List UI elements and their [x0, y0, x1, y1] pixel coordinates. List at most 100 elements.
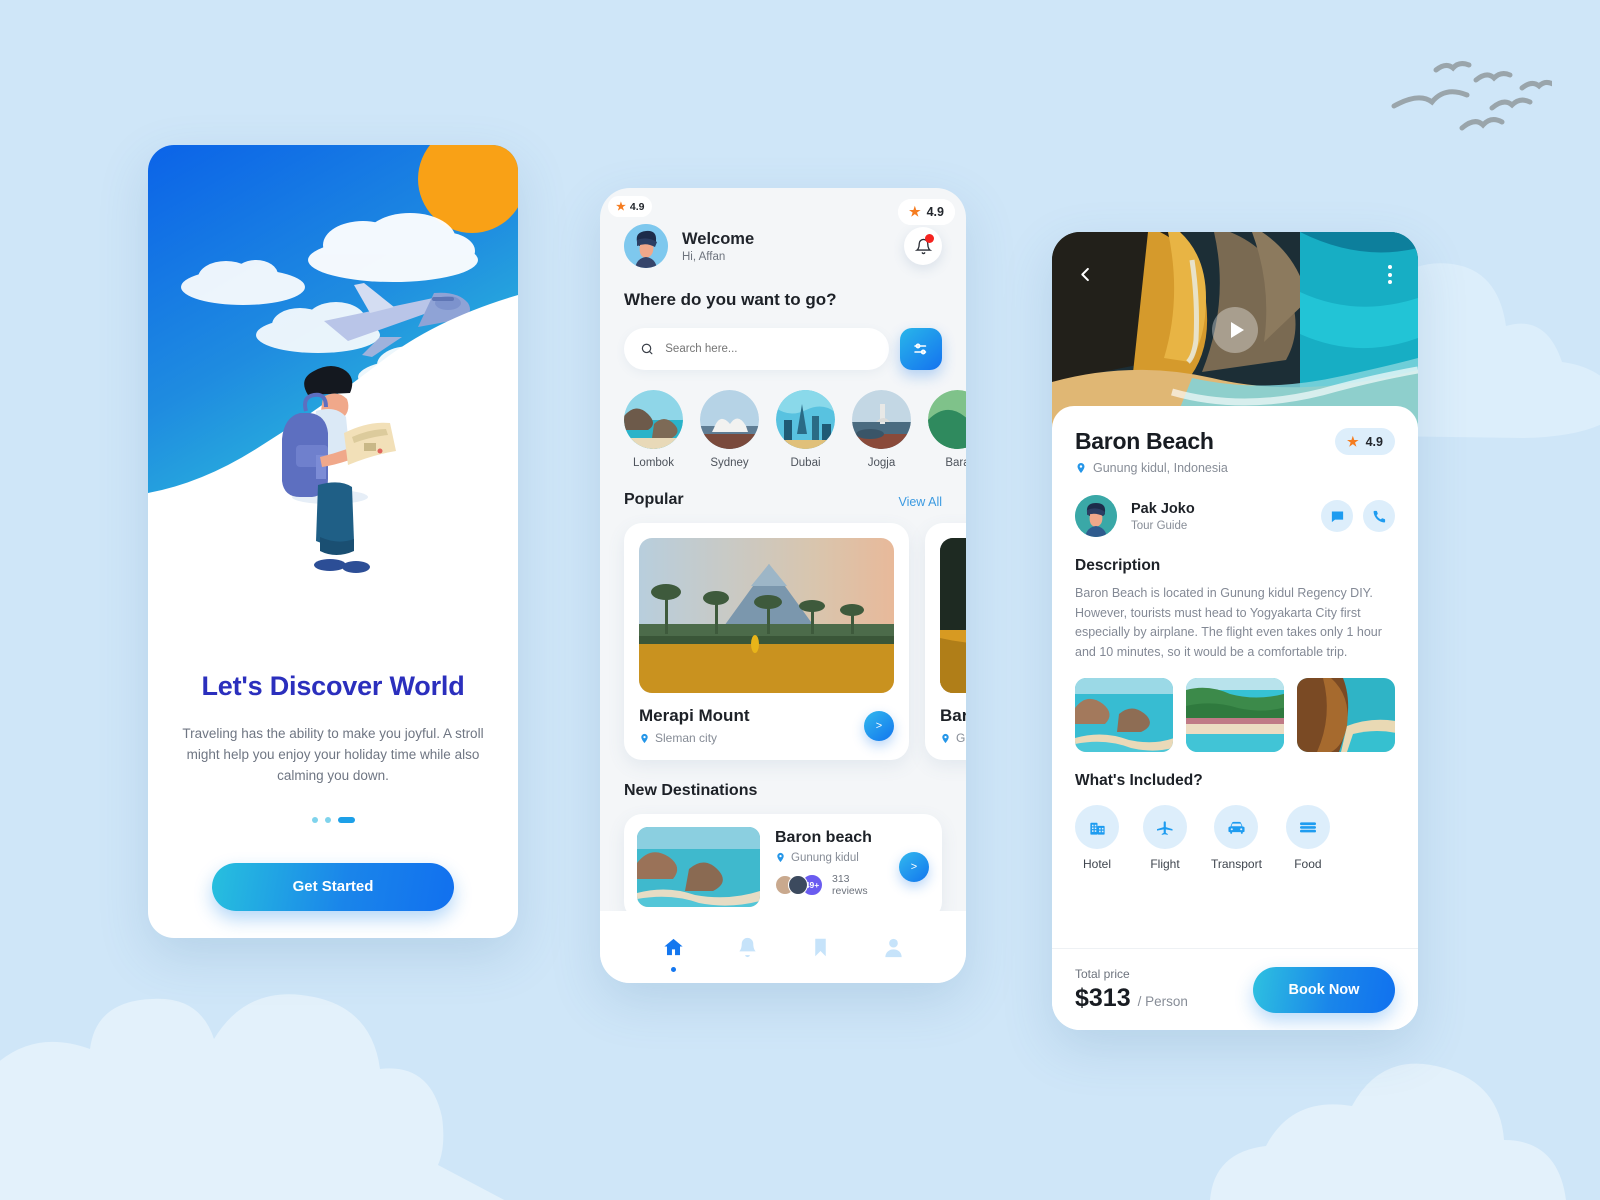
location-pin-icon	[1077, 463, 1085, 473]
gallery-thumb-2[interactable]	[1186, 678, 1284, 752]
dot-3-active[interactable]	[337, 816, 355, 823]
birds-decoration	[1391, 61, 1552, 131]
notification-badge	[925, 234, 934, 243]
avatar	[788, 875, 808, 895]
gallery-thumb-1[interactable]	[1075, 678, 1173, 752]
popular-section-header: Popular View All	[624, 491, 942, 509]
included-item-flight[interactable]: Flight	[1143, 805, 1187, 871]
flight-icon	[1157, 821, 1173, 835]
bottom-navigation[interactable]	[600, 911, 966, 983]
new-destination-go-button[interactable]: >	[899, 852, 929, 882]
user-avatar[interactable]	[624, 224, 668, 268]
book-now-button[interactable]: Book Now	[1253, 966, 1395, 1013]
location-pin-icon	[777, 852, 784, 863]
location-text: Sleman city	[655, 731, 718, 745]
overflow-menu-button[interactable]	[1388, 265, 1392, 284]
car-icon	[1228, 821, 1245, 834]
new-destination-title: Baron beach	[775, 829, 872, 846]
detail-title-row: Baron Beach Gunung kidul, Indonesia ★ 4.…	[1075, 428, 1395, 475]
included-item-hotel[interactable]: Hotel	[1075, 805, 1119, 871]
popular-card-list[interactable]: ★ 4.9 Merapi Mount Sleman city >	[624, 199, 966, 760]
chat-button[interactable]	[1321, 500, 1353, 532]
dot	[1388, 272, 1392, 277]
popular-card-go-button[interactable]: >	[864, 710, 894, 741]
dot-1[interactable]	[311, 816, 318, 823]
destination-chip-sydney[interactable]: Sydney	[700, 390, 759, 469]
food-icon	[1299, 822, 1316, 833]
call-button[interactable]	[1363, 500, 1395, 532]
booking-footer: Total price $313 / Person Book Now	[1052, 948, 1418, 1030]
detail-screen: Baron Beach Gunung kidul, Indonesia ★ 4.…	[1052, 232, 1418, 1030]
search-row	[624, 328, 942, 370]
welcome-subtitle: Hi, Affan	[682, 250, 726, 263]
reviews-row: 49+ 313 reviews	[775, 873, 884, 897]
included-row[interactable]: Hotel Flight Transport Food	[1075, 805, 1395, 871]
star-icon: ★	[908, 204, 921, 219]
destination-thumb	[624, 390, 683, 449]
view-all-link[interactable]: View All	[898, 495, 942, 509]
price-unit: / Person	[1137, 993, 1188, 1009]
description-heading: Description	[1075, 557, 1161, 574]
detail-location: Gunung kidul, Indonesia	[1075, 461, 1228, 475]
nav-item-home[interactable]	[662, 936, 685, 972]
gallery-row[interactable]	[1075, 678, 1395, 752]
destination-label: Dubai	[790, 457, 821, 469]
destination-chip-bara[interactable]: Bara	[928, 390, 966, 469]
popular-card-image	[639, 538, 894, 693]
price-value: $313	[1075, 983, 1131, 1012]
reviews-count: 313 reviews	[832, 873, 868, 897]
destination-chip-lombok[interactable]: Lombok	[624, 390, 683, 469]
onboarding-illustration	[148, 145, 518, 575]
destination-thumb	[776, 390, 835, 449]
tour-guide-row: Pak Joko Tour Guide	[1075, 495, 1395, 537]
star-icon: ★	[1346, 433, 1359, 449]
hotel-icon	[1089, 822, 1105, 835]
play-triangle-icon	[1230, 322, 1244, 338]
detail-rating-badge: ★ 4.9	[1334, 428, 1395, 455]
new-destinations-header: New Destinations	[624, 782, 942, 800]
included-label: Transport	[1211, 857, 1262, 871]
home-icon	[663, 938, 683, 955]
get-started-button[interactable]: Get Started	[212, 862, 454, 911]
nav-item-bookmarks[interactable]	[810, 936, 831, 959]
onboarding-description: Traveling has the ability to make you jo…	[182, 726, 484, 783]
included-item-food[interactable]: Food	[1285, 805, 1330, 871]
detail-title: Baron Beach	[1075, 428, 1214, 454]
search-icon	[641, 343, 653, 355]
search-input[interactable]	[665, 343, 873, 355]
chevron-left-icon	[1081, 267, 1089, 282]
included-item-transport[interactable]: Transport	[1211, 805, 1262, 871]
popular-card[interactable]: ★ 4.9 Baron beach Gunung kidul >	[897, 199, 966, 760]
destination-chips-row[interactable]: Lombok Sydney Dubai Jogja Bar	[624, 390, 966, 469]
gallery-thumb-3[interactable]	[1297, 678, 1395, 752]
back-button[interactable]	[1076, 265, 1095, 288]
nav-active-indicator	[670, 966, 676, 972]
destination-label: Lombok	[633, 457, 674, 469]
included-label: Flight	[1150, 857, 1180, 871]
person-icon	[884, 938, 902, 957]
chat-icon	[1331, 511, 1343, 522]
popular-card[interactable]: ★ 4.9 Merapi Mount Sleman city >	[624, 199, 955, 760]
pagination-dots[interactable]	[176, 816, 490, 823]
search-box[interactable]	[624, 328, 889, 370]
bell-icon	[738, 937, 756, 957]
welcome-title: Welcome	[682, 229, 755, 248]
play-button[interactable]	[1212, 307, 1258, 353]
notification-button[interactable]	[904, 227, 942, 265]
location-text: Gunung kidul, Indonesia	[1093, 461, 1228, 475]
destination-chip-jogja[interactable]: Jogja	[852, 390, 911, 469]
popular-card-image	[940, 538, 966, 693]
home-header: Welcome Hi, Affan	[624, 188, 942, 268]
destination-chip-dubai[interactable]: Dubai	[776, 390, 835, 469]
dot-2[interactable]	[324, 816, 331, 823]
location-pin-icon	[641, 733, 648, 743]
cloud-shape-bottom-left	[0, 994, 505, 1200]
new-destination-card[interactable]: ★ 4.9 Baron beach Gunung kidul 49+ 313 r…	[608, 196, 942, 920]
hero-image	[1052, 232, 1418, 428]
filter-button[interactable]	[900, 328, 942, 370]
destination-thumb	[852, 390, 911, 449]
nav-item-profile[interactable]	[882, 936, 905, 959]
destination-thumb	[700, 390, 759, 449]
nav-item-notifications[interactable]	[736, 936, 759, 959]
destination-label: Jogja	[867, 457, 896, 469]
